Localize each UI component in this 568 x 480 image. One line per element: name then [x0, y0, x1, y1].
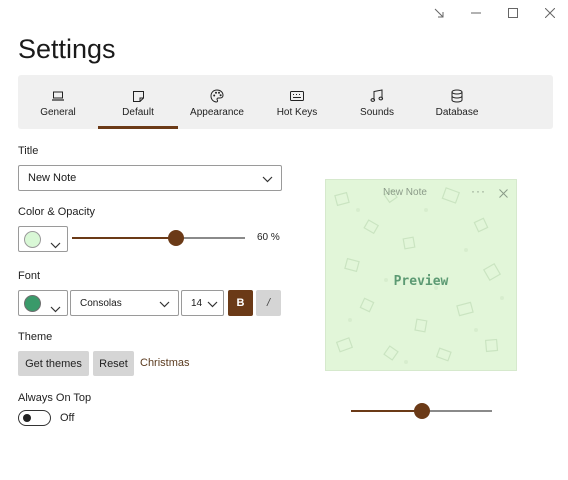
note-icon: [132, 89, 145, 103]
music-note-icon: [370, 89, 384, 103]
maximize-icon[interactable]: [494, 0, 531, 26]
italic-toggle-button[interactable]: /: [256, 290, 281, 316]
close-icon: [499, 185, 508, 203]
always-on-top-toggle[interactable]: [18, 410, 51, 426]
tab-bar: General Default Appearance Hot Keys Soun…: [18, 75, 553, 129]
preview-note-title: New Note: [383, 187, 427, 198]
chevron-down-icon: [159, 300, 170, 311]
restore-icon[interactable]: [420, 0, 457, 26]
font-family-select[interactable]: Consolas: [70, 290, 179, 316]
minimize-icon[interactable]: [457, 0, 494, 26]
theme-label: Theme: [18, 331, 53, 343]
font-label: Font: [18, 270, 41, 282]
tab-hot-keys[interactable]: Hot Keys: [266, 75, 328, 129]
laptop-icon: [51, 89, 65, 103]
tab-database[interactable]: Database: [426, 75, 488, 129]
keyboard-icon: [290, 89, 304, 103]
font-size-value: 14: [191, 297, 203, 309]
preview-slider-fill: [351, 410, 422, 412]
title-value: New Note: [28, 172, 77, 184]
title-select[interactable]: New Note: [18, 165, 282, 191]
font-color-swatch: [24, 295, 41, 312]
tab-default[interactable]: Default: [98, 75, 178, 129]
note-color-picker[interactable]: [18, 226, 68, 252]
tab-general[interactable]: General: [24, 75, 92, 129]
font-family-value: Consolas: [80, 297, 122, 309]
chevron-down-icon: [262, 174, 273, 186]
color-opacity-label: Color & Opacity: [18, 206, 96, 218]
chevron-down-icon: [50, 236, 61, 254]
page-title: Settings: [18, 34, 116, 64]
opacity-slider-thumb[interactable]: [167, 230, 184, 246]
title-label: Title: [18, 145, 39, 157]
get-themes-button[interactable]: Get themes: [18, 351, 89, 376]
opacity-slider-fill: [72, 237, 176, 239]
always-on-top-label: Always On Top: [18, 392, 92, 404]
note-preview: New Note ··· Preview: [325, 179, 517, 371]
font-color-picker[interactable]: [18, 290, 68, 316]
database-icon: [451, 89, 463, 103]
more-options-icon: ···: [471, 184, 486, 198]
current-theme-name: Christmas: [140, 357, 190, 369]
font-size-select[interactable]: 14: [181, 290, 224, 316]
opacity-value: 60 %: [257, 232, 280, 243]
toggle-knob: [23, 414, 31, 422]
preview-slider-thumb[interactable]: [413, 403, 430, 419]
bold-toggle-button[interactable]: B: [228, 290, 253, 316]
tab-appearance[interactable]: Appearance: [184, 75, 250, 129]
always-on-top-state: Off: [60, 412, 75, 424]
reset-theme-button[interactable]: Reset: [93, 351, 134, 376]
color-swatch: [24, 231, 41, 248]
opacity-slider[interactable]: [72, 237, 245, 239]
close-icon[interactable]: [531, 0, 568, 26]
preview-text: Preview: [393, 274, 449, 289]
chevron-down-icon: [207, 300, 218, 311]
chevron-down-icon: [50, 300, 61, 318]
window-controls: [420, 0, 568, 26]
palette-icon: [210, 89, 224, 103]
tab-sounds[interactable]: Sounds: [346, 75, 408, 129]
